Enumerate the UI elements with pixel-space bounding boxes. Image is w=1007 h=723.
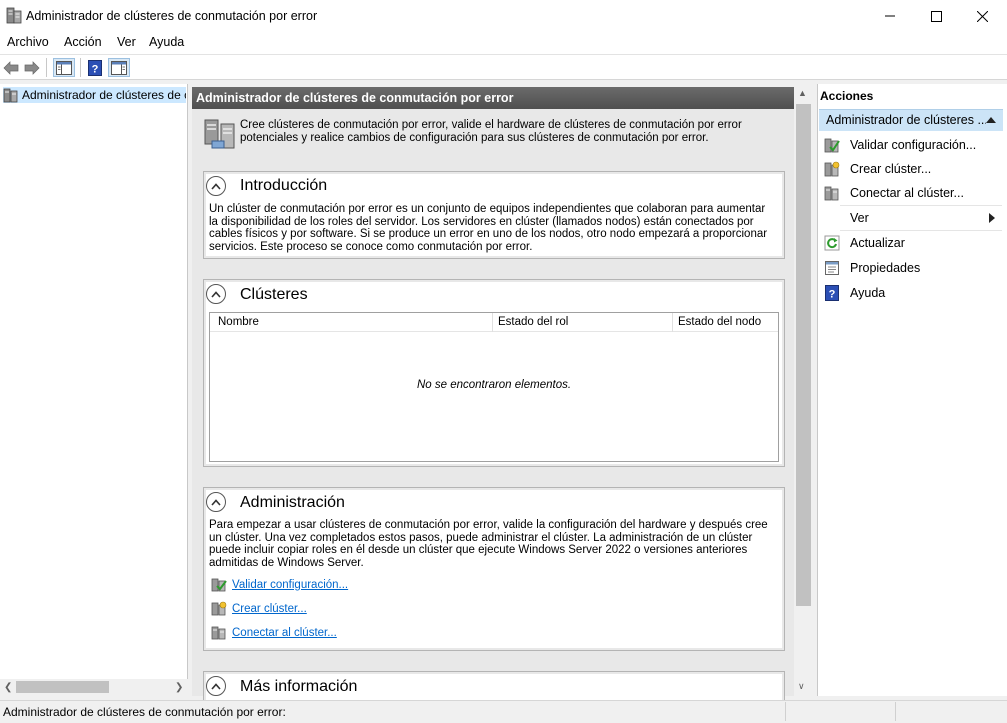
column-header-nombre[interactable]: Nombre <box>218 316 259 328</box>
collapse-mas-informacion-button[interactable] <box>206 676 226 696</box>
action-label: Actualizar <box>850 236 905 250</box>
collapse-triangle-icon[interactable] <box>986 116 996 123</box>
scroll-up-icon[interactable]: ▲ <box>798 88 807 98</box>
show-hide-tree-button[interactable] <box>53 58 75 77</box>
action-ayuda[interactable]: ? Ayuda <box>821 281 1003 305</box>
create-cluster-icon <box>211 601 227 616</box>
center-header: Administrador de clústeres de conmutació… <box>192 87 794 109</box>
cluster-overview-icon <box>204 119 235 149</box>
properties-icon <box>825 261 839 275</box>
scroll-left-icon[interactable]: ❮ <box>4 682 12 693</box>
collapse-clusteres-button[interactable] <box>206 284 226 304</box>
chevron-up-icon <box>211 290 221 298</box>
column-header-estado-rol[interactable]: Estado del rol <box>498 316 568 328</box>
link-validar-configuracion[interactable]: Validar configuración... <box>232 579 348 591</box>
menu-ver[interactable]: Ver <box>117 35 136 49</box>
show-hide-action-pane-icon <box>111 60 127 75</box>
toolbar-separator <box>80 58 81 77</box>
link-conectar-cluster[interactable]: Conectar al clúster... <box>232 627 337 639</box>
action-ver[interactable]: Ver <box>821 206 1003 230</box>
tree-item-label: Administrador de clústeres de conmutació… <box>22 88 186 102</box>
section-text-administracion: Para empezar a usar clústeres de conmuta… <box>209 519 768 569</box>
menu-archivo[interactable]: Archivo <box>7 35 49 49</box>
show-hide-action-pane-button[interactable] <box>108 58 130 77</box>
actions-group-label: Administrador de clústeres ... <box>826 113 986 127</box>
center-scroll-thumb[interactable] <box>796 104 811 606</box>
submenu-arrow-icon <box>989 213 995 223</box>
action-label: Ayuda <box>850 286 886 300</box>
status-divider <box>895 702 896 721</box>
validate-cluster-icon <box>211 578 227 592</box>
action-crear-cluster[interactable]: Crear clúster... <box>821 157 1003 181</box>
actions-header: Acciones <box>820 89 874 103</box>
toolbar-separator <box>46 58 47 77</box>
section-title-administracion: Administración <box>240 494 345 511</box>
window-title: Administrador de clústeres de conmutació… <box>26 9 318 23</box>
column-divider[interactable] <box>492 313 493 332</box>
close-icon <box>976 10 988 22</box>
section-title-mas-informacion: Más información <box>240 678 358 695</box>
help-icon: ? <box>825 285 839 301</box>
validate-cluster-icon <box>824 138 840 153</box>
menu-accion[interactable]: Acción <box>64 35 102 49</box>
column-divider[interactable] <box>672 313 673 332</box>
cluster-manager-app-icon <box>6 7 22 24</box>
clusters-empty-message: No se encontraron elementos. <box>416 379 572 391</box>
action-label: Propiedades <box>850 261 921 275</box>
chevron-up-icon <box>211 682 221 690</box>
forward-arrow-icon <box>24 60 40 75</box>
console-tree <box>0 84 188 696</box>
refresh-icon <box>824 235 840 251</box>
back-button[interactable] <box>2 58 20 77</box>
column-header-estado-nodo[interactable]: Estado del nodo <box>678 316 761 328</box>
action-conectar-cluster[interactable]: Conectar al clúster... <box>821 181 1003 205</box>
blank-icon <box>824 210 840 226</box>
create-cluster-icon <box>824 161 840 177</box>
minimize-button[interactable] <box>867 0 913 32</box>
maximize-button[interactable] <box>913 0 959 32</box>
tree-item-cluster-manager[interactable]: Administrador de clústeres de conmutació… <box>3 87 186 103</box>
help-button[interactable]: ? <box>86 58 104 77</box>
toolbar <box>0 54 1007 80</box>
action-validar-configuracion[interactable]: Validar configuración... <box>821 133 1003 157</box>
collapse-administracion-button[interactable] <box>206 492 226 512</box>
connect-cluster-icon <box>211 626 226 640</box>
status-text: Administrador de clústeres de conmutació… <box>3 705 286 719</box>
status-divider <box>785 702 786 721</box>
close-button[interactable] <box>959 0 1005 32</box>
action-label: Ver <box>850 211 869 225</box>
section-text-introduccion: Un clúster de conmutación por error es u… <box>209 203 768 253</box>
menu-ayuda[interactable]: Ayuda <box>149 35 184 49</box>
link-crear-cluster[interactable]: Crear clúster... <box>232 603 307 615</box>
connect-cluster-icon <box>824 186 839 201</box>
center-intro-text: Cree clústeres de conmutación por error,… <box>240 119 742 144</box>
help-icon: ? <box>88 59 102 76</box>
cluster-manager-icon <box>3 88 18 102</box>
action-propiedades[interactable]: Propiedades <box>821 256 1003 280</box>
section-title-clusteres: Clústeres <box>240 286 308 303</box>
svg-text:?: ? <box>829 289 836 301</box>
action-label: Validar configuración... <box>850 138 977 152</box>
section-title-introduccion: Introducción <box>240 177 328 194</box>
back-arrow-icon <box>3 60 19 75</box>
svg-text:?: ? <box>92 63 99 75</box>
tree-scroll-thumb[interactable] <box>16 681 109 693</box>
action-actualizar[interactable]: Actualizar <box>821 231 1003 255</box>
collapse-introduccion-button[interactable] <box>206 176 226 196</box>
scroll-down-icon[interactable]: ∨ <box>798 681 805 692</box>
chevron-up-icon <box>211 182 221 190</box>
forward-button[interactable] <box>23 58 41 77</box>
show-hide-tree-icon <box>56 60 72 75</box>
action-label: Conectar al clúster... <box>850 186 964 200</box>
maximize-icon <box>930 10 942 22</box>
action-label: Crear clúster... <box>850 162 932 176</box>
minimize-icon <box>885 15 895 17</box>
chevron-up-icon <box>211 498 221 506</box>
scroll-right-icon[interactable]: ❯ <box>175 682 183 693</box>
